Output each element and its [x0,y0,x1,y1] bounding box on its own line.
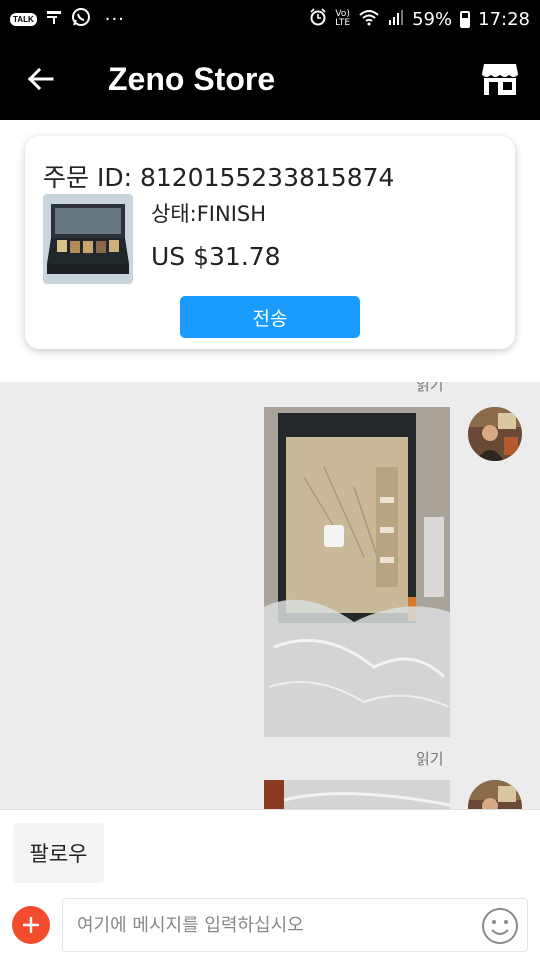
read-receipt: 읽기 [416,382,444,394]
storefront-icon [481,64,519,95]
plus-icon [23,917,39,933]
wifi-icon [358,8,380,31]
battery-percent: 59% [412,8,453,30]
composer-area: 팔로우 [0,809,540,960]
chat-message-list[interactable]: 읽기 읽기 [0,382,540,809]
notification-icons: TALK ··· [10,7,125,31]
system-icons: Vo) LTE 59% 17:28 [309,7,530,31]
message-image[interactable] [264,407,450,737]
more-notifications-icon: ··· [104,8,125,30]
follow-button[interactable]: 팔로우 [13,823,104,883]
smiley-icon [482,908,518,944]
order-card[interactable]: 주문 ID: 8120155233815874 상태:FINISH US $31… [25,136,515,349]
news-icon [45,8,63,30]
clock: 17:28 [478,8,530,30]
signal-icon [388,9,404,30]
back-button[interactable] [0,38,80,120]
order-status: 상태:FINISH [151,202,267,226]
alarm-icon [309,7,327,31]
battery-icon [460,10,471,28]
whatsapp-icon [71,7,91,31]
order-summary-area: 주문 ID: 8120155233815874 상태:FINISH US $31… [0,120,540,382]
volte-icon: Vo) LTE [335,9,351,28]
app-bar: Zeno Store [0,38,540,120]
status-bar: TALK ··· Vo) LTE 59% 17:28 [0,0,540,38]
order-price: US $31.78 [151,242,281,271]
message-image[interactable] [264,780,450,809]
arrow-left-icon [27,67,54,91]
store-button[interactable] [468,38,532,120]
add-attachment-button[interactable] [12,906,50,944]
avatar[interactable] [468,780,522,809]
emoji-button[interactable] [480,906,520,946]
page-title: Zeno Store [108,60,276,97]
kakaotalk-icon: TALK [10,12,37,26]
avatar[interactable] [468,407,522,461]
read-receipt: 읽기 [416,750,444,768]
product-thumbnail[interactable] [43,194,133,284]
message-input[interactable] [62,898,528,952]
order-id: 주문 ID: 8120155233815874 [43,163,395,192]
send-order-button[interactable]: 전송 [180,296,360,338]
